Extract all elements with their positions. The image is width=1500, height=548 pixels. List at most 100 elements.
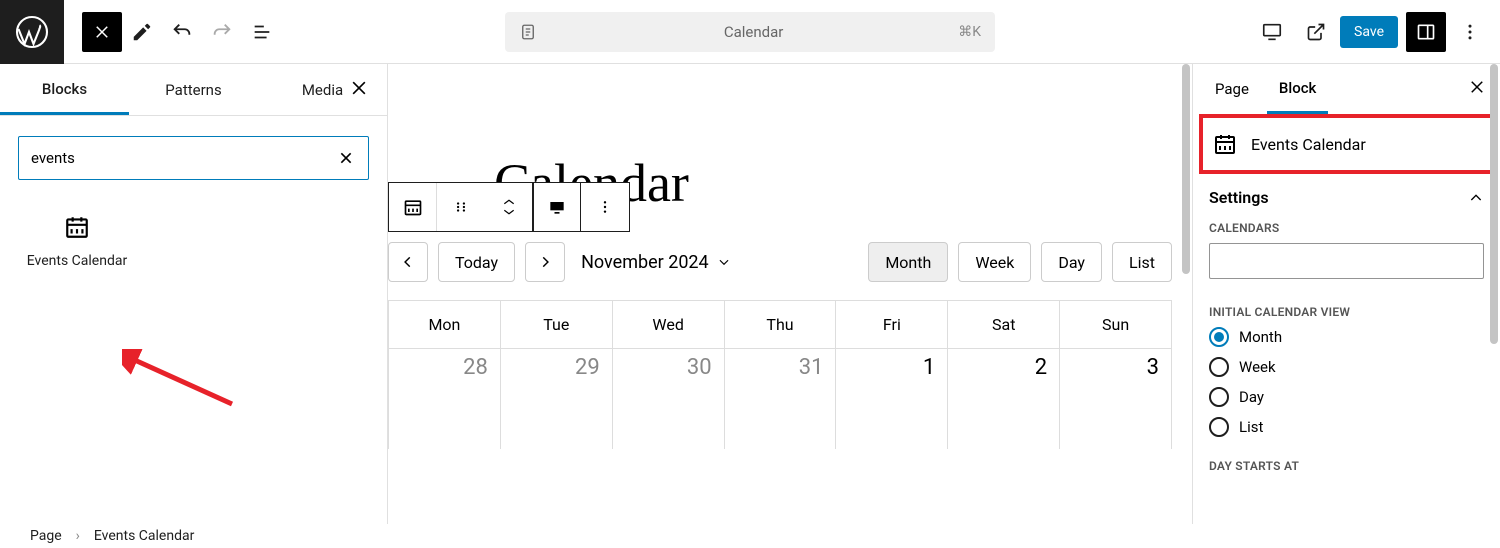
breadcrumb-page[interactable]: Page xyxy=(30,528,62,544)
block-name: Events Calendar xyxy=(1251,135,1366,154)
view-desktop-button[interactable] xyxy=(1252,12,1292,52)
radio-list[interactable]: List xyxy=(1209,417,1484,437)
initial-view-radios: Month Week Day List xyxy=(1193,327,1500,437)
block-name-card: Events Calendar xyxy=(1199,114,1494,174)
day-cell[interactable]: 2 xyxy=(948,349,1060,449)
settings-section[interactable]: Settings xyxy=(1193,174,1500,217)
inserter-tabs: Blocks Patterns Media xyxy=(0,64,387,116)
view-week-button[interactable]: Week xyxy=(958,242,1031,282)
dots-vertical-icon xyxy=(597,199,613,215)
canvas-scrollbar[interactable] xyxy=(1180,64,1192,524)
block-result-label: Events Calendar xyxy=(18,252,136,271)
day-cell[interactable]: 3 xyxy=(1060,349,1172,449)
align-button[interactable] xyxy=(533,183,581,231)
chevron-up-icon xyxy=(1468,190,1484,206)
day-cell[interactable]: 31 xyxy=(725,349,837,449)
redo-button[interactable] xyxy=(202,12,242,52)
radio-month[interactable]: Month xyxy=(1209,327,1484,347)
tab-blocks[interactable]: Blocks xyxy=(0,66,129,115)
today-button[interactable]: Today xyxy=(438,242,515,282)
settings-scrollbar[interactable] xyxy=(1488,64,1500,524)
desktop-icon xyxy=(1261,21,1283,43)
calendar-icon xyxy=(64,214,90,240)
command-bar[interactable]: Calendar ⌘K xyxy=(505,12,995,52)
day-cell[interactable]: 29 xyxy=(501,349,613,449)
drag-handle[interactable] xyxy=(437,183,485,231)
radio-icon xyxy=(1209,327,1229,347)
weekday: Sun xyxy=(1060,301,1172,348)
top-right-actions: Save xyxy=(1252,12,1500,52)
editor-canvas: Calendar Today November 2024 Month Week … xyxy=(388,64,1192,524)
settings-sidebar-toggle[interactable] xyxy=(1406,12,1446,52)
close-settings-button[interactable] xyxy=(1468,78,1486,100)
chevron-down-icon xyxy=(502,208,516,216)
close-icon xyxy=(93,23,111,41)
document-title: Calendar xyxy=(549,23,958,41)
undo-icon xyxy=(171,21,193,43)
calendar-row: 28 29 30 31 1 2 3 xyxy=(388,348,1172,449)
move-buttons[interactable] xyxy=(485,183,533,231)
weekday: Fri xyxy=(836,301,948,348)
align-icon xyxy=(547,198,567,216)
wordpress-logo[interactable] xyxy=(0,0,64,64)
chevron-left-icon xyxy=(401,255,415,269)
external-link-button[interactable] xyxy=(1296,12,1336,52)
day-starts-label: DAY STARTS AT xyxy=(1193,455,1500,481)
close-icon xyxy=(1468,78,1486,96)
dots-vertical-icon xyxy=(1460,22,1480,42)
calendar-icon xyxy=(403,197,423,217)
close-icon xyxy=(349,78,369,98)
breadcrumb-block[interactable]: Events Calendar xyxy=(94,528,194,544)
view-list-button[interactable]: List xyxy=(1112,242,1172,282)
block-type-button[interactable] xyxy=(389,183,437,231)
wordpress-icon xyxy=(14,14,50,50)
view-month-button[interactable]: Month xyxy=(868,242,948,282)
edit-button[interactable] xyxy=(122,12,162,52)
drag-icon xyxy=(454,200,468,214)
prev-month-button[interactable] xyxy=(388,242,428,282)
calendar-block: Today November 2024 Month Week Day List … xyxy=(388,242,1172,449)
clear-search-button[interactable] xyxy=(336,148,356,168)
month-label[interactable]: November 2024 xyxy=(581,252,731,273)
day-cell[interactable]: 30 xyxy=(613,349,725,449)
chevron-down-icon xyxy=(717,255,731,269)
day-cell[interactable]: 28 xyxy=(389,349,501,449)
annotation-arrow xyxy=(122,349,242,419)
outline-button[interactable] xyxy=(242,12,282,52)
calendar-header: Mon Tue Wed Thu Fri Sat Sun xyxy=(388,300,1172,348)
save-button[interactable]: Save xyxy=(1340,16,1398,48)
calendars-label: CALENDARS xyxy=(1193,217,1500,243)
tab-page[interactable]: Page xyxy=(1203,66,1261,112)
undo-button[interactable] xyxy=(162,12,202,52)
weekday: Mon xyxy=(389,301,501,348)
block-result-events-calendar[interactable]: Events Calendar xyxy=(18,214,136,271)
search-input[interactable] xyxy=(31,149,336,167)
close-inserter-button[interactable] xyxy=(82,12,122,52)
redo-icon xyxy=(211,21,233,43)
chevron-up-icon xyxy=(502,198,516,206)
list-icon xyxy=(251,21,273,43)
close-inserter-x[interactable] xyxy=(349,78,369,102)
block-more-button[interactable] xyxy=(581,183,629,231)
search-input-wrap xyxy=(18,136,369,180)
calendar-icon xyxy=(1213,132,1237,156)
chevron-right-icon xyxy=(538,255,552,269)
close-icon xyxy=(338,150,354,166)
view-day-button[interactable]: Day xyxy=(1041,242,1102,282)
calendars-input[interactable] xyxy=(1209,243,1484,279)
block-toolbar xyxy=(388,182,630,232)
day-cell[interactable]: 1 xyxy=(836,349,948,449)
shortcut-hint: ⌘K xyxy=(958,24,981,40)
more-options-button[interactable] xyxy=(1450,12,1490,52)
radio-day[interactable]: Day xyxy=(1209,387,1484,407)
settings-tabs: Page Block xyxy=(1193,64,1500,114)
next-month-button[interactable] xyxy=(525,242,565,282)
external-link-icon xyxy=(1306,22,1326,42)
settings-sidebar: Page Block Events Calendar Settings CALE… xyxy=(1192,64,1500,524)
tab-patterns[interactable]: Patterns xyxy=(129,67,258,113)
tab-block[interactable]: Block xyxy=(1267,65,1328,114)
top-toolbar: Calendar ⌘K Save xyxy=(0,0,1500,64)
radio-week[interactable]: Week xyxy=(1209,357,1484,377)
radio-icon xyxy=(1209,417,1229,437)
radio-icon xyxy=(1209,387,1229,407)
